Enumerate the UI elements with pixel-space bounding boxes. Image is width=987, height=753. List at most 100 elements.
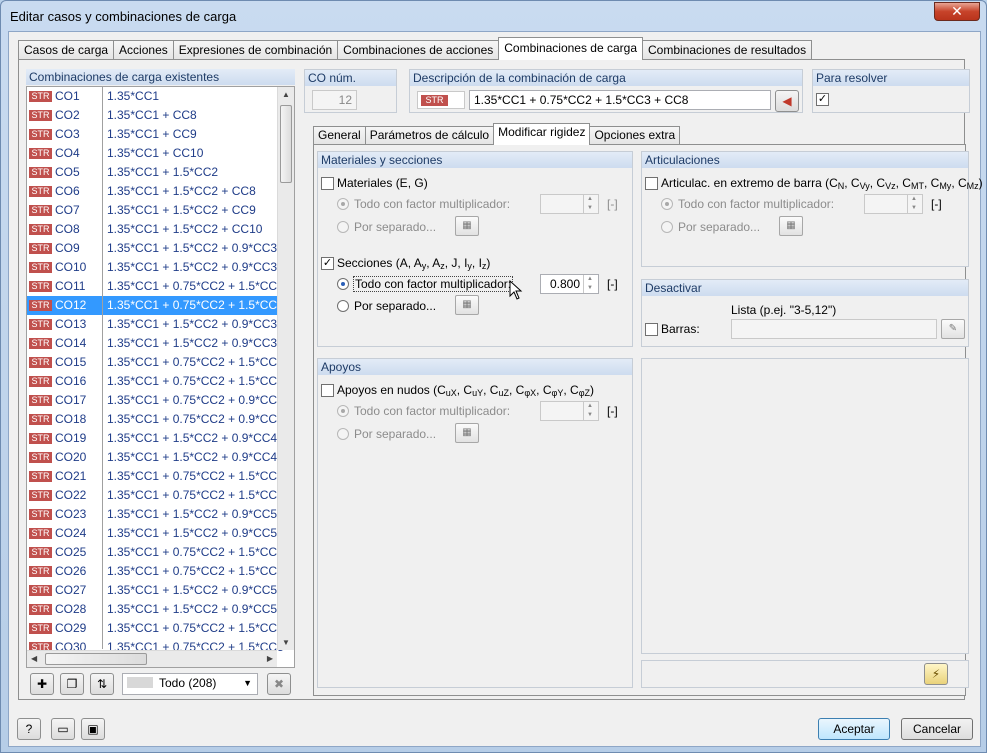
list-item[interactable]: STR CO6 1.35*CC1 + 1.5*CC2 + CC8 (27, 182, 277, 201)
combination-list[interactable]: STR CO1 1.35*CC1 STR CO2 1.35*CC1 + CC8 STR CO3… (26, 86, 295, 668)
bars-select-button[interactable]: ✎ (941, 319, 965, 339)
open-button[interactable]: ▭ (51, 718, 75, 740)
tab-combinaciones-de-carga[interactable]: Combinaciones de carga (498, 37, 644, 60)
hinges-all-factor-radio[interactable] (661, 198, 673, 210)
supports-all-factor-radio[interactable] (337, 405, 349, 417)
delete-filter-button[interactable]: ✖ (267, 673, 291, 695)
list-item[interactable]: STR CO7 1.35*CC1 + 1.5*CC2 + CC9 (27, 201, 277, 220)
close-button[interactable]: ✕ (934, 2, 980, 21)
sections-all-factor-radio[interactable] (337, 278, 349, 290)
title-bar[interactable]: Editar casos y combinaciones de carga ✕ (1, 1, 986, 31)
materials-all-factor-radio[interactable] (337, 198, 349, 210)
subtab-general[interactable]: General (313, 126, 366, 145)
sections-edit-button[interactable]: ▦ (455, 295, 479, 315)
tab-acciones[interactable]: Acciones (113, 40, 174, 60)
hinges-checkbox[interactable] (645, 177, 658, 190)
co-number-field[interactable]: 12 (312, 90, 357, 110)
materials-edit-button[interactable]: ▦ (455, 216, 479, 236)
scroll-right-icon[interactable]: ▶ (267, 654, 273, 663)
solve-checkbox[interactable]: ✓ (816, 93, 829, 106)
list-item[interactable]: STR CO20 1.35*CC1 + 1.5*CC2 + 0.9*CC4 + CC… (27, 448, 294, 467)
list-item[interactable]: STR CO3 1.35*CC1 + CC9 (27, 125, 277, 144)
action-type-box[interactable]: STR (417, 91, 465, 109)
tab-combinaciones-de-acciones[interactable]: Combinaciones de acciones (337, 40, 500, 60)
sections-checkbox[interactable]: ✓ (321, 257, 334, 270)
scroll-down-icon[interactable]: ▼ (282, 638, 290, 647)
insert-description-button[interactable]: ◀ (775, 90, 799, 112)
bars-checkbox[interactable] (645, 323, 658, 336)
list-item[interactable]: STR CO10 1.35*CC1 + 1.5*CC2 + 0.9*CC3 + CC… (27, 258, 294, 277)
hinges-separately-radio[interactable] (661, 221, 673, 233)
list-item[interactable]: STR CO25 1.35*CC1 + 0.75*CC2 + 1.5*CC5 (27, 543, 284, 562)
materials-factor-spinner[interactable] (583, 195, 598, 213)
tab-combinaciones-de-resultados[interactable]: Combinaciones de resultados (642, 40, 813, 60)
list-item[interactable]: STRCO14 1.35*CC1 + 1.5*CC2 + 0.9*CC3 + 1.… (27, 334, 294, 353)
supports-edit-button[interactable]: ▦ (455, 423, 479, 443)
list-item[interactable]: STR CO9 1.35*CC1 + 1.5*CC2 + 0.9*CC3 (27, 239, 277, 258)
sections-factor-spinner[interactable] (583, 275, 598, 293)
cancel-button[interactable]: Cancelar (901, 718, 973, 740)
combination-formula: 1.35*CC1 + 0.75*CC2 + 1.5*CC3 + CC8 (107, 298, 294, 312)
list-item[interactable]: STR CO2 1.35*CC1 + CC8 (27, 106, 277, 125)
sections-separately-radio[interactable] (337, 300, 349, 312)
list-item[interactable]: STRCO18 1.35*CC1 + 0.75*CC2 + 0.9*CC3 + 1… (27, 410, 294, 429)
list-item[interactable]: STR CO4 1.35*CC1 + CC10 (27, 144, 277, 163)
hinges-all-factor-label: Todo con factor multiplicador: (678, 197, 835, 211)
list-item[interactable]: STR CO1 1.35*CC1 (27, 87, 277, 106)
list-item[interactable]: STR CO21 1.35*CC1 + 0.75*CC2 + 1.5*CC4 (27, 467, 284, 486)
hinges-edit-button[interactable]: ▦ (779, 216, 803, 236)
supports-factor-spinner[interactable] (583, 402, 598, 420)
combination-formula: 1.35*CC1 + 0.75*CC2 + 1.5*CC5 (107, 545, 284, 559)
list-item[interactable]: STR CO19 1.35*CC1 + 1.5*CC2 + 0.9*CC4 (27, 429, 277, 448)
description-field[interactable]: 1.35*CC1 + 0.75*CC2 + 1.5*CC3 + CC8 (469, 90, 771, 110)
renumber-button[interactable]: ⇅ (90, 673, 114, 695)
copy-combination-button[interactable]: ❐ (60, 673, 84, 695)
horizontal-scrollbar[interactable]: ◀ ▶ (27, 650, 277, 667)
list-item[interactable]: STR CO8 1.35*CC1 + 1.5*CC2 + CC10 (27, 220, 277, 239)
save-button[interactable]: ▣ (81, 718, 105, 740)
supports-separately-radio[interactable] (337, 428, 349, 440)
list-item[interactable]: STRCO28 1.35*CC1 + 1.5*CC2 + 0.9*CC5 + 1.… (27, 600, 294, 619)
materials-factor-input[interactable] (540, 194, 599, 214)
supports-factor-input[interactable] (540, 401, 599, 421)
action-type-badge: STR (29, 243, 52, 254)
tab-expresiones-de-combinacion[interactable]: Expresiones de combinación (172, 40, 339, 60)
subtab-parametros-de-calculo[interactable]: Parámetros de cálculo (364, 126, 495, 145)
list-item[interactable]: STR CO23 1.35*CC1 + 1.5*CC2 + 0.9*CC5 (27, 505, 277, 524)
list-item[interactable]: STRCO16 1.35*CC1 + 0.75*CC2 + 1.5*CC3 + 1… (27, 372, 294, 391)
hinges-factor-spinner[interactable] (907, 195, 922, 213)
list-item[interactable]: STR CO11 1.35*CC1 + 0.75*CC2 + 1.5*CC3 (27, 277, 284, 296)
action-type-badge: STR (29, 585, 52, 596)
horizontal-scroll-thumb[interactable] (45, 653, 147, 665)
list-item[interactable]: STRCO29 1.35*CC1 + 0.75*CC2 + 1.5*CC5 + 1… (27, 619, 294, 638)
supports-checkbox[interactable] (321, 384, 334, 397)
new-combination-button[interactable]: ✚ (30, 673, 54, 695)
scroll-up-icon[interactable]: ▲ (282, 90, 290, 99)
list-item[interactable]: STR CO5 1.35*CC1 + 1.5*CC2 (27, 163, 277, 182)
subtab-modificar-rigidez[interactable]: Modificar rigidez (493, 123, 591, 145)
scroll-left-icon[interactable]: ◀ (31, 654, 37, 663)
accept-button[interactable]: Aceptar (818, 718, 890, 740)
vertical-scrollbar[interactable]: ▲ ▼ (277, 87, 294, 650)
vertical-scroll-thumb[interactable] (280, 105, 292, 183)
combination-formula: 1.35*CC1 + 0.75*CC2 + 0.9*CC3 + 1.5*CC4 (107, 393, 294, 407)
apply-stiffness-button[interactable]: ⚡ (924, 663, 948, 685)
list-item[interactable]: STRCO27 1.35*CC1 + 1.5*CC2 + 0.9*CC5 + 1.… (27, 581, 294, 600)
subtab-opciones-extra[interactable]: Opciones extra (589, 126, 681, 145)
list-item[interactable]: STRCO26 1.35*CC1 + 0.75*CC2 + 1.5*CC5 + C… (27, 562, 294, 581)
filter-dropdown[interactable]: Todo (208) ▼ (122, 673, 258, 695)
list-item[interactable]: STR CO24 1.35*CC1 + 1.5*CC2 + 0.9*CC5 + CC… (27, 524, 294, 543)
materials-separately-radio[interactable] (337, 221, 349, 233)
materials-checkbox[interactable] (321, 177, 334, 190)
help-button[interactable]: ? (17, 718, 41, 740)
list-item[interactable]: STRCO17 1.35*CC1 + 0.75*CC2 + 0.9*CC3 + 1… (27, 391, 294, 410)
list-item[interactable]: STRCO13 1.35*CC1 + 1.5*CC2 + 0.9*CC3 + 1.… (27, 315, 294, 334)
bars-list-input[interactable] (731, 319, 937, 339)
list-item[interactable]: STRCO22 1.35*CC1 + 0.75*CC2 + 1.5*CC4 + C… (27, 486, 294, 505)
hinges-factor-input[interactable] (864, 194, 923, 214)
tab-casos-de-carga[interactable]: Casos de carga (18, 40, 115, 60)
chevron-down-icon[interactable]: ▼ (243, 674, 252, 692)
sections-factor-input[interactable]: 0.800 (540, 274, 599, 294)
list-item[interactable]: STRCO12 1.35*CC1 + 0.75*CC2 + 1.5*CC3 + C… (27, 296, 294, 315)
list-item[interactable]: STRCO15 1.35*CC1 + 0.75*CC2 + 1.5*CC3 + 1… (27, 353, 294, 372)
